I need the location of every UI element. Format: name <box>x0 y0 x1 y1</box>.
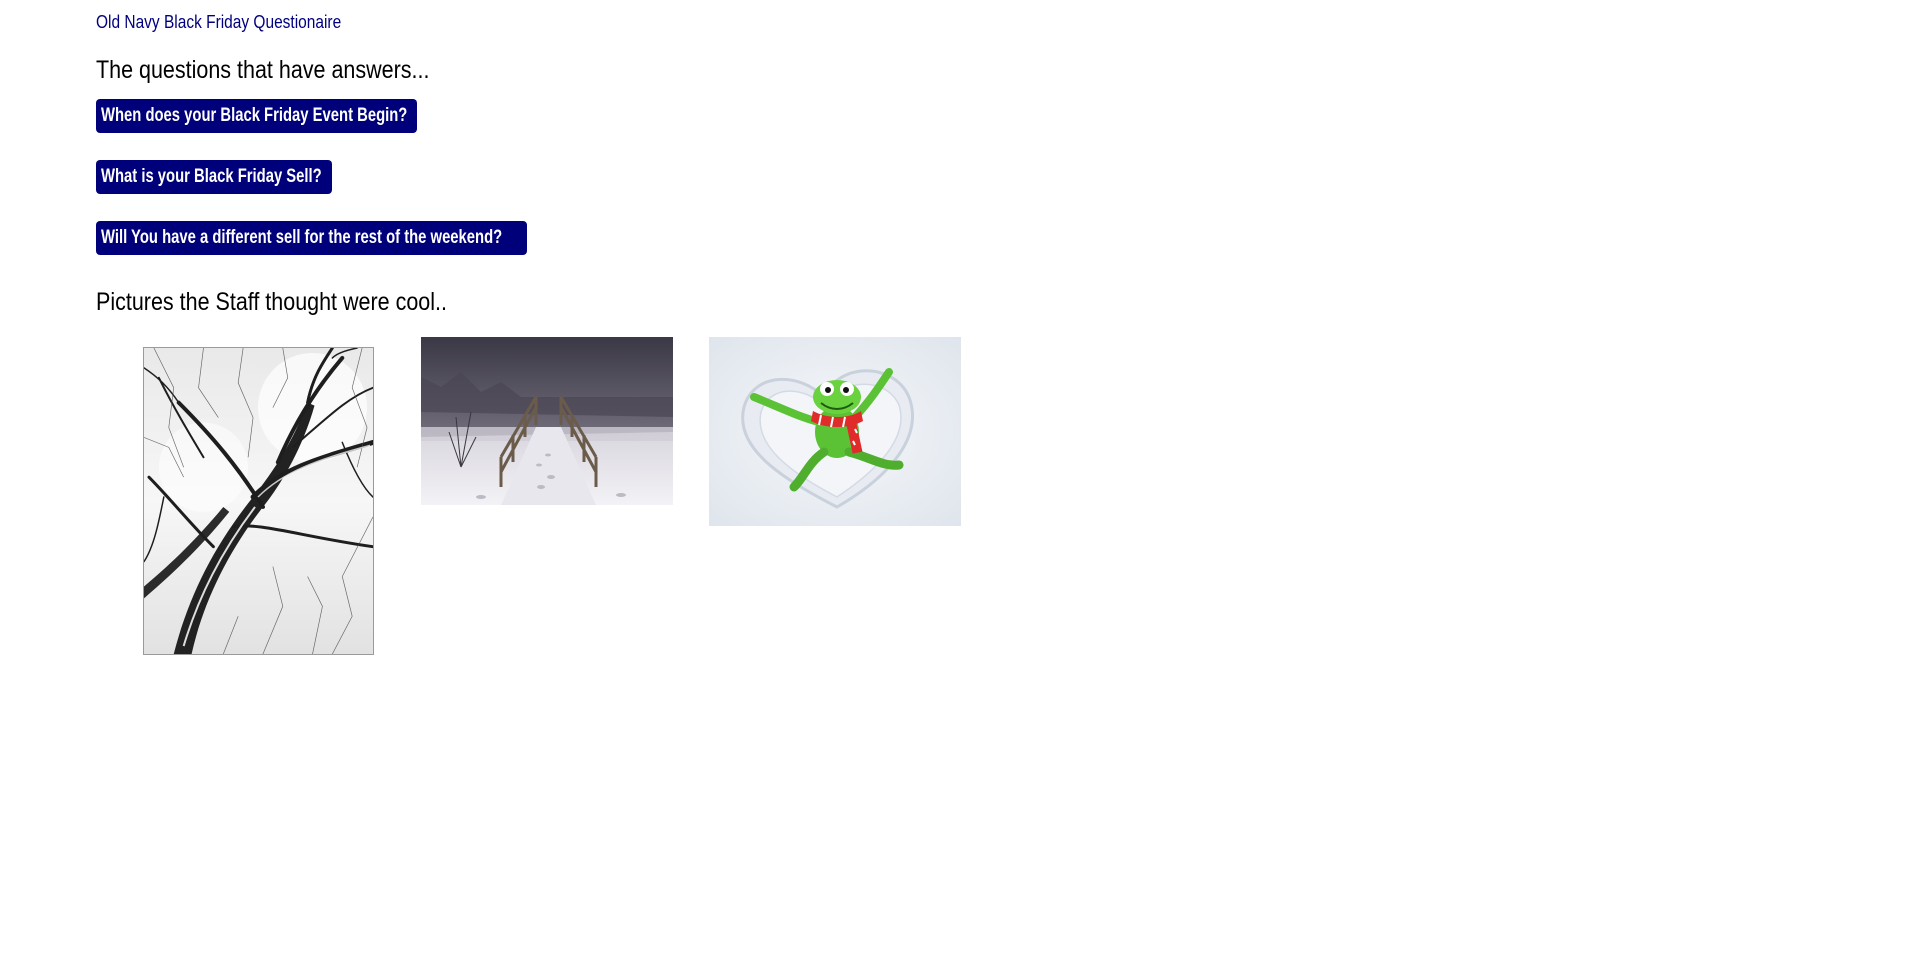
question-button-weekend-sell[interactable]: Will You have a different sell for the r… <box>96 221 527 255</box>
frog-snow-angel-photo <box>709 337 961 526</box>
question-button-label: When does your Black Friday Event Begin? <box>101 105 408 126</box>
question-button-sell[interactable]: What is your Black Friday Sell? <box>96 160 332 194</box>
snowy-bridge-photo <box>421 337 673 505</box>
site-title: Old Navy Black Friday Questionaire <box>96 12 342 32</box>
snowy-tree-photo <box>143 347 374 655</box>
question-button-label: What is your Black Friday Sell? <box>101 166 322 187</box>
question-button-event-begin[interactable]: When does your Black Friday Event Begin? <box>96 99 417 133</box>
page: Old Navy Black Friday Questionaire The q… <box>0 0 1920 970</box>
question-button-label: Will You have a different sell for the r… <box>101 227 503 248</box>
pictures-heading: Pictures the Staff thought were cool.. <box>96 288 447 316</box>
questions-heading: The questions that have answers... <box>96 56 430 84</box>
